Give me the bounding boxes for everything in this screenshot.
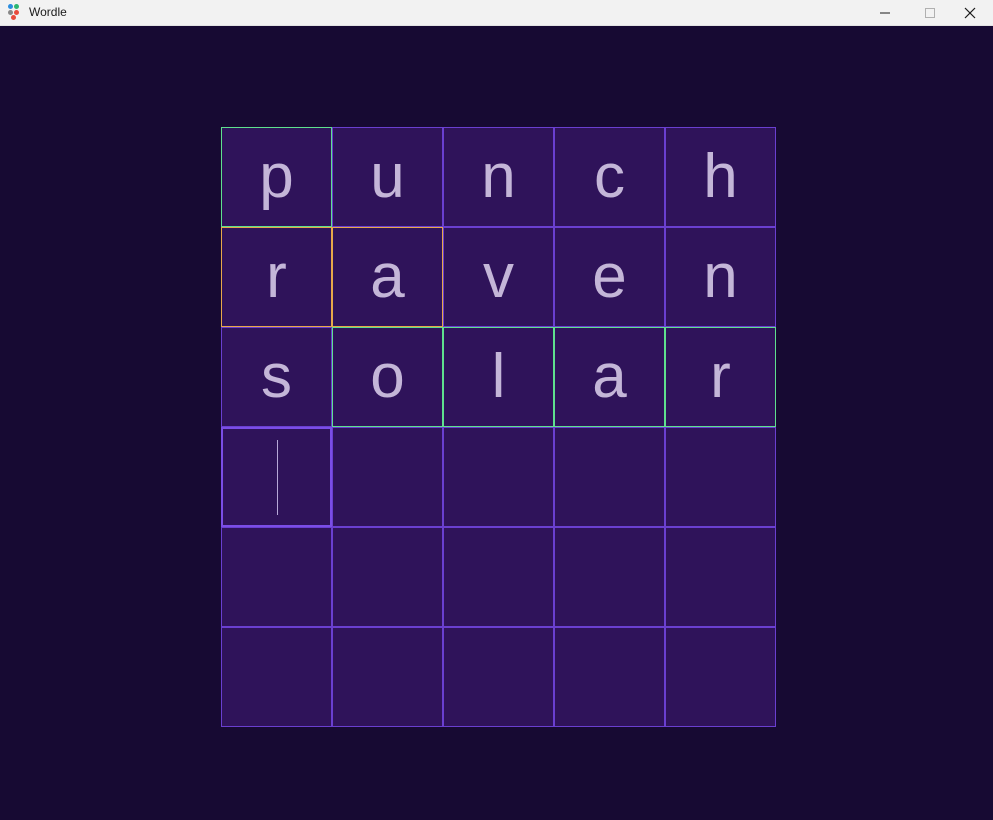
board-tile: p [221, 127, 332, 227]
minimize-button[interactable] [862, 0, 908, 26]
board-tile [332, 527, 443, 627]
board-tile: r [221, 227, 332, 327]
board-tile: s [221, 327, 332, 427]
board-tile [665, 427, 776, 527]
board-tile [443, 527, 554, 627]
board-tile: h [665, 127, 776, 227]
close-button[interactable] [947, 0, 993, 26]
tile-letter: r [266, 242, 287, 311]
tile-letter: n [703, 242, 738, 311]
board-tile [221, 627, 332, 727]
tile-letter: l [491, 342, 506, 411]
board-tile [665, 627, 776, 727]
text-caret [277, 440, 278, 515]
board-tile [332, 427, 443, 527]
board-tile: v [443, 227, 554, 327]
board-tile [554, 527, 665, 627]
board-tile [443, 627, 554, 727]
board-tile: a [554, 327, 665, 427]
minimize-icon [880, 12, 890, 14]
board-tile: r [665, 327, 776, 427]
maximize-icon [925, 8, 935, 18]
board-tile [554, 627, 665, 727]
board-tile [443, 427, 554, 527]
tile-letter: u [370, 142, 405, 211]
tile-letter: a [370, 242, 405, 311]
board-tile: c [554, 127, 665, 227]
board-tile: o [332, 327, 443, 427]
board-tile: n [443, 127, 554, 227]
board-tile: n [665, 227, 776, 327]
wordle-board[interactable]: p u n c h r a v e n s o l a r [221, 127, 776, 727]
title-bar: Wordle [0, 0, 993, 26]
board-tile: a [332, 227, 443, 327]
board-tile [554, 427, 665, 527]
board-tile: l [443, 327, 554, 427]
tile-letter: n [481, 142, 516, 211]
tile-letter: c [594, 142, 625, 211]
window-title: Wordle [29, 5, 67, 19]
board-tile: e [554, 227, 665, 327]
board-tile [332, 627, 443, 727]
board-tile [665, 527, 776, 627]
tile-letter: v [483, 242, 514, 311]
tile-letter: e [592, 242, 627, 311]
tile-letter: a [592, 342, 627, 411]
tile-letter: r [710, 342, 731, 411]
tile-letter: s [261, 342, 292, 411]
board-tile [221, 527, 332, 627]
tile-letter: o [370, 342, 405, 411]
board-tile: u [332, 127, 443, 227]
close-icon [964, 7, 976, 19]
wordle-app-icon [8, 4, 22, 20]
tile-letter: h [703, 142, 738, 211]
board-tile[interactable] [221, 427, 332, 527]
tile-letter: p [259, 142, 294, 211]
